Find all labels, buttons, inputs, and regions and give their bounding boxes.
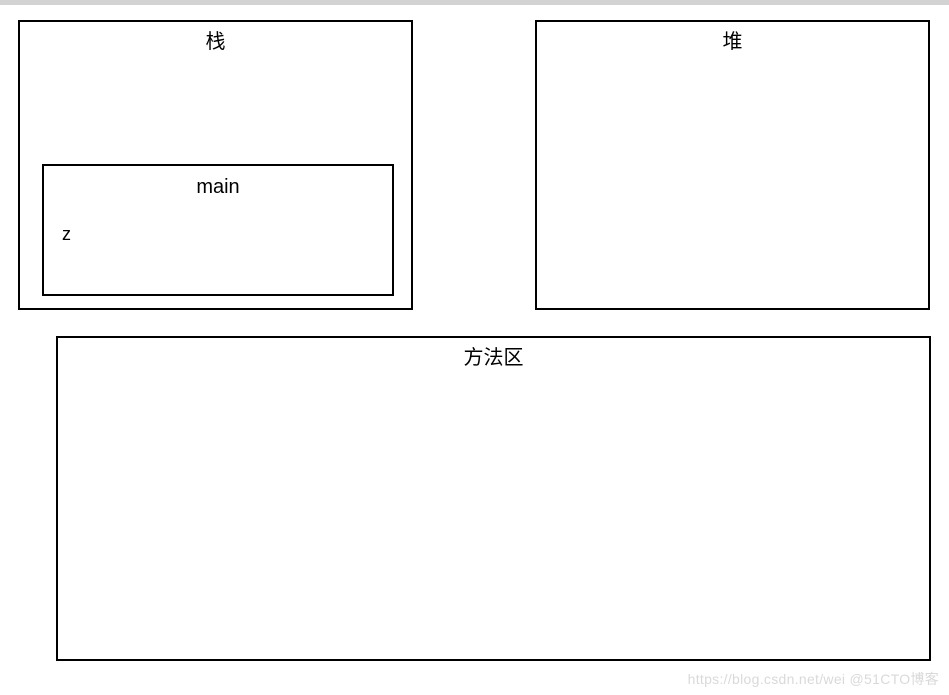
method-area-title: 方法区 [58, 341, 929, 370]
frame-variable-z: z [62, 224, 71, 245]
heap-region: 堆 [535, 20, 930, 310]
top-separator [0, 0, 949, 5]
stack-frame-main: main z [42, 164, 394, 296]
stack-title: 栈 [20, 25, 411, 54]
watermark-text: https://blog.csdn.net/wei @51CTO博客 [688, 669, 939, 689]
method-area-region: 方法区 [56, 336, 931, 661]
stack-region: 栈 main z [18, 20, 413, 310]
frame-label: main [44, 176, 392, 199]
heap-title: 堆 [537, 25, 928, 54]
